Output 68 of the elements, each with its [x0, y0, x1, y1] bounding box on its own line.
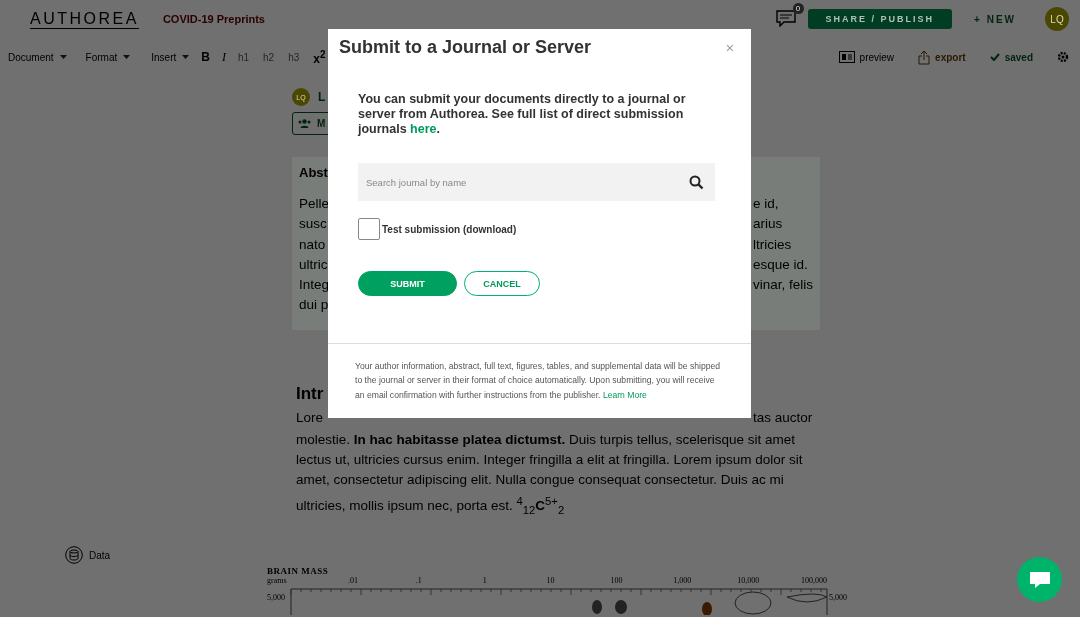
- axis-value-label: 5,000: [829, 593, 847, 603]
- abstract-text: nato: [299, 236, 326, 252]
- learn-more-link[interactable]: Learn More: [602, 389, 647, 400]
- cancel-button[interactable]: CANCEL: [464, 271, 540, 296]
- search-field[interactable]: Search journal by name: [358, 163, 715, 201]
- abstract-text: Pelle: [299, 196, 330, 211]
- axis-tick-label: 100: [609, 576, 624, 586]
- check-icon: [989, 53, 1000, 61]
- comment-count: 0: [792, 3, 804, 14]
- menu-button[interactable]: Document: [8, 51, 67, 63]
- checkbox-label[interactable]: Test submission (download): [382, 223, 517, 235]
- caret-icon: [123, 55, 131, 59]
- user-avatar[interactable]: LQ: [1045, 7, 1069, 31]
- menu-button[interactable]: Format: [85, 51, 131, 63]
- figure-title: BRAIN MASS: [267, 566, 329, 577]
- axis-tick-label: 100,000: [800, 576, 828, 586]
- abstract-text: vinar, felis: [753, 277, 814, 295]
- axis-tick-label: .1: [414, 576, 423, 586]
- settings-icon[interactable]: [1057, 51, 1069, 63]
- menu-button[interactable]: Insert: [151, 51, 190, 63]
- data-label[interactable]: Data: [89, 549, 111, 561]
- axis-tick-label: .01: [347, 576, 359, 586]
- axis-tick-label: 1: [481, 576, 488, 586]
- footer-note: Your author information, abstract, full text, figures, tables, and supplemental data will be shipped to the journal or server in their format of choice automatically. Upon submitting, you will receive an email confirmation with further instructions from the publisher. Learn More: [355, 359, 722, 402]
- abstract-text: susc: [299, 216, 327, 232]
- submit-button[interactable]: SUBMIT: [358, 271, 457, 296]
- here-link[interactable]: here: [410, 122, 437, 136]
- logo[interactable]: AUTHOREA: [30, 10, 139, 28]
- preview-icon: [838, 51, 855, 63]
- caret-icon: [182, 55, 190, 59]
- checkbox[interactable]: [358, 218, 380, 240]
- share-icon: [918, 49, 931, 65]
- abstract-heading: Abst: [299, 165, 328, 180]
- axis-tick-label: 10,000: [736, 576, 761, 586]
- collection-label[interactable]: COVID-19 Preprints: [162, 13, 265, 25]
- abstract-text: ltricies: [753, 236, 792, 254]
- chat-icon: [1028, 570, 1051, 589]
- axis-tick-label: 1,000: [672, 576, 693, 586]
- dialog-description: You can submit your documents directly to a journal or server from Authorea. See full list of direct submission journals here.: [358, 92, 687, 137]
- saved-button[interactable]: saved: [989, 51, 1033, 63]
- axis-value-label: 5,000: [267, 593, 285, 603]
- new-button[interactable]: + NEW: [974, 13, 1016, 25]
- italic-button[interactable]: I: [221, 49, 226, 65]
- preview-button[interactable]: preview: [838, 51, 895, 63]
- chat-button[interactable]: [1017, 557, 1062, 602]
- paragraph-text: Lore: [296, 409, 324, 425]
- caret-icon: [59, 55, 67, 59]
- paragraph-text: tas auctor: [753, 409, 813, 427]
- author-name[interactable]: L: [318, 90, 326, 104]
- users-icon: [298, 119, 311, 128]
- abstract-text: e id,: [753, 196, 779, 213]
- abstract-text: dui p: [299, 297, 329, 313]
- close-button[interactable]: ×: [719, 38, 740, 57]
- abstract-text: esque id.: [753, 256, 808, 274]
- section-heading: Intr: [296, 383, 324, 404]
- search-icon[interactable]: [689, 175, 704, 190]
- export-button[interactable]: export: [918, 49, 966, 65]
- superscript-button[interactable]: x$^{2}$: [313, 48, 326, 66]
- abstract-text: Integ: [299, 277, 330, 293]
- bold-button[interactable]: B: [201, 50, 210, 64]
- share-publish-button[interactable]: SHARE / PUBLISH: [807, 9, 953, 29]
- comments-icon[interactable]: [775, 10, 796, 27]
- database-icon[interactable]: [65, 546, 83, 564]
- dialog-title: Submit to a Journal or Server: [339, 37, 592, 58]
- axis-tick-label: 10: [545, 576, 556, 586]
- abstract-text: ultric: [299, 256, 328, 272]
- abstract-text: arius: [753, 216, 783, 234]
- axis-unit: grams: [267, 576, 288, 586]
